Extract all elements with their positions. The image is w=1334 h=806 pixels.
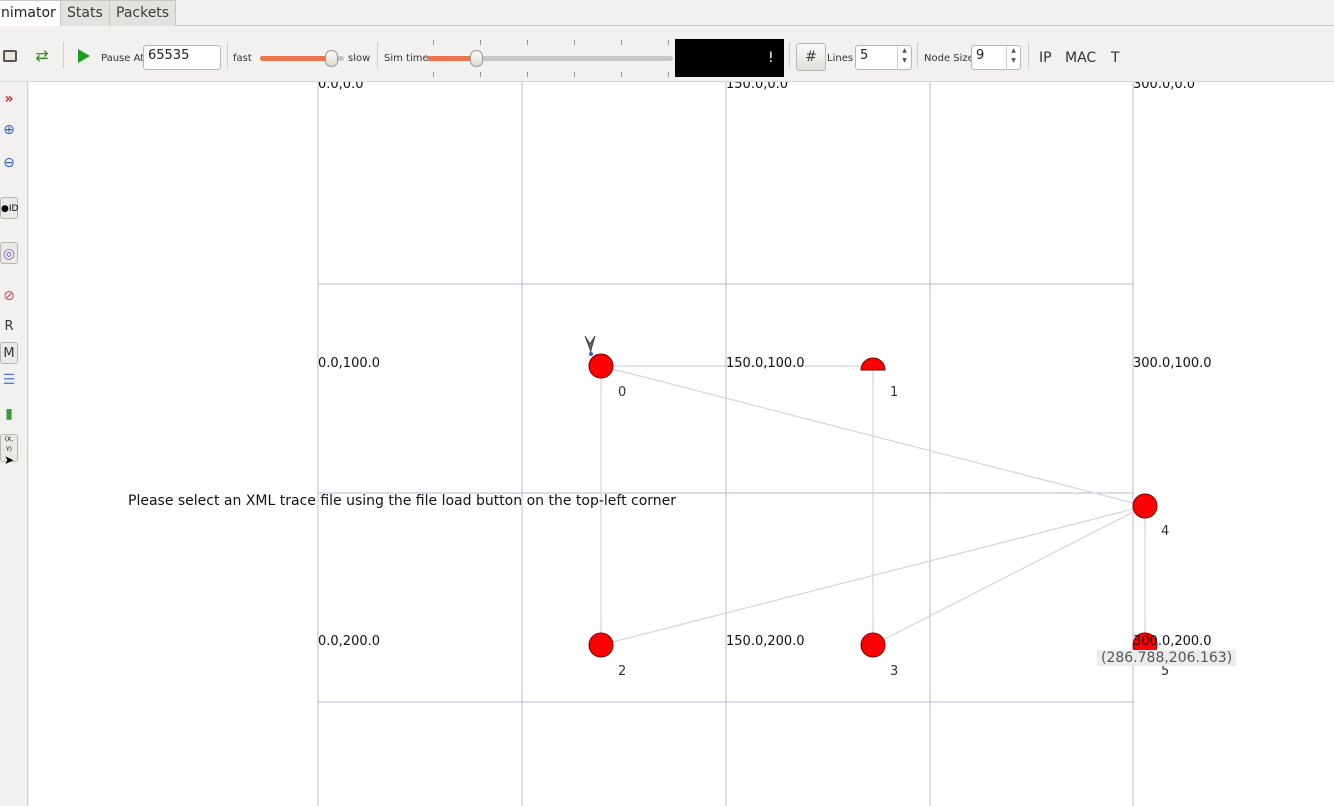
lines-value: 5: [860, 48, 869, 63]
slider-tick: [621, 72, 622, 77]
speed-slider-thumb[interactable]: [325, 50, 339, 67]
node-label: 5: [1161, 664, 1170, 679]
pause-at-label: Pause At: [101, 53, 145, 64]
load-trace-message: Please select an XML trace file using th…: [128, 493, 677, 509]
mac-toggle[interactable]: MAC: [1065, 50, 1096, 66]
sim-time-slider-fill: [427, 56, 477, 61]
node-size-label: Node Size: [924, 53, 974, 64]
separator: [917, 42, 918, 68]
xy-label: (X, Y): [4, 436, 14, 453]
sim-time-slider[interactable]: [427, 40, 673, 78]
grid-toggle-button[interactable]: #: [796, 43, 826, 71]
grid-label: 300.0,200.0: [1133, 634, 1212, 649]
zoom-out-icon[interactable]: ⊖: [0, 152, 18, 174]
fast-label: fast: [233, 53, 252, 64]
separator: [1028, 42, 1029, 68]
slider-tick: [480, 72, 481, 77]
spin-arrows-icon[interactable]: ▲ ▼: [897, 46, 911, 69]
node-3[interactable]: [860, 632, 886, 658]
mouse-cursor-icon: [584, 335, 596, 353]
slider-tick: [574, 40, 575, 45]
routing-r-button[interactable]: R: [0, 316, 18, 338]
node-2[interactable]: [588, 632, 614, 658]
grid-label: 150.0,0.0: [726, 82, 789, 92]
speed-slider-fill: [260, 56, 332, 61]
separator: [63, 42, 64, 68]
node-1[interactable]: [860, 357, 886, 371]
node-size-value: 9: [976, 48, 985, 63]
toolbar: ⇄ Pause At 65535 fast slow Sim time ! # …: [0, 26, 1334, 82]
topology-svg: [317, 82, 1158, 806]
grid-label: 0.0,200.0: [318, 634, 381, 649]
links: [600, 365, 1146, 646]
separator: [377, 42, 378, 68]
pause-at-input[interactable]: 65535: [143, 45, 221, 70]
node-label: 2: [618, 664, 627, 679]
mobility-m-button[interactable]: M: [0, 342, 18, 364]
mouse-coordinate-readout: (286.788,206.163): [1097, 650, 1237, 666]
spiral-icon[interactable]: ◎: [0, 242, 18, 264]
node-label: 3: [890, 664, 899, 679]
lines-spinbox[interactable]: 5 ▲ ▼: [855, 45, 912, 70]
play-icon[interactable]: [78, 49, 90, 63]
side-toolbar: » ⊕ ⊖ ●ID ◎ ⊘ R M ☰ ▮ (X, Y) ➤: [0, 82, 28, 806]
grid-label: 0.0,0.0: [318, 82, 364, 92]
sim-time-slider-thumb[interactable]: [470, 50, 484, 67]
node-id-icon[interactable]: ●ID: [0, 197, 18, 219]
speed-slider[interactable]: [260, 48, 344, 68]
slider-tick: [621, 40, 622, 45]
grid-lines: [317, 82, 1134, 806]
slider-tick: [433, 40, 434, 45]
node-0[interactable]: [588, 353, 614, 379]
grid-label: 300.0,100.0: [1133, 356, 1212, 371]
cursor-dot-icon: [589, 352, 593, 356]
tab-animator[interactable]: nimator: [0, 0, 63, 27]
ip-toggle[interactable]: IP: [1039, 50, 1052, 66]
grid-label: 150.0,200.0: [726, 634, 805, 649]
separator: [789, 42, 790, 68]
node-size-spinbox[interactable]: 9 ▲ ▼: [971, 45, 1021, 70]
lines-label: Lines: [827, 53, 854, 64]
no-entry-icon[interactable]: ⊘: [0, 285, 18, 307]
node-4[interactable]: [1132, 493, 1158, 519]
node-label: 0: [618, 385, 627, 400]
slider-tick: [668, 40, 669, 45]
node-label: 1: [890, 385, 899, 400]
link-3-4: [872, 505, 1146, 646]
netanim-window: nimator Stats Packets ⇄ Pause At 65535 f…: [0, 0, 1334, 806]
slider-tick: [527, 40, 528, 45]
node-label: 4: [1161, 524, 1170, 539]
xy-pointer-icon[interactable]: (X, Y) ➤: [0, 434, 18, 466]
slider-tick: [574, 72, 575, 77]
file-open-icon[interactable]: [3, 50, 17, 62]
slider-tick: [527, 72, 528, 77]
spin-arrows-icon[interactable]: ▲ ▼: [1006, 46, 1020, 69]
tab-stats[interactable]: Stats: [60, 0, 110, 26]
slider-tick: [480, 40, 481, 45]
t-toggle[interactable]: T: [1111, 50, 1120, 66]
battery-icon[interactable]: ▮: [0, 403, 18, 425]
tab-packets[interactable]: Packets: [109, 0, 177, 26]
list-lines-icon[interactable]: ☰: [0, 369, 18, 391]
grid-label: 300.0,0.0: [1133, 82, 1196, 92]
double-chevron-icon[interactable]: »: [0, 88, 18, 110]
slow-label: slow: [348, 53, 371, 64]
zoom-in-icon[interactable]: ⊕: [0, 119, 18, 141]
sim-time-label: Sim time: [384, 53, 429, 64]
grid-label: 0.0,100.0: [318, 356, 381, 371]
slider-tick: [668, 72, 669, 77]
reload-icon[interactable]: ⇄: [33, 47, 51, 65]
sim-time-display: !: [675, 39, 784, 77]
tab-bar: nimator Stats Packets: [0, 0, 1334, 27]
grid-label: 150.0,100.0: [726, 356, 805, 371]
animation-canvas[interactable]: 0.0,0.0 150.0,0.0 300.0,0.0 0.0,100.0 15…: [29, 82, 1334, 806]
separator: [227, 42, 228, 68]
slider-tick: [433, 72, 434, 77]
